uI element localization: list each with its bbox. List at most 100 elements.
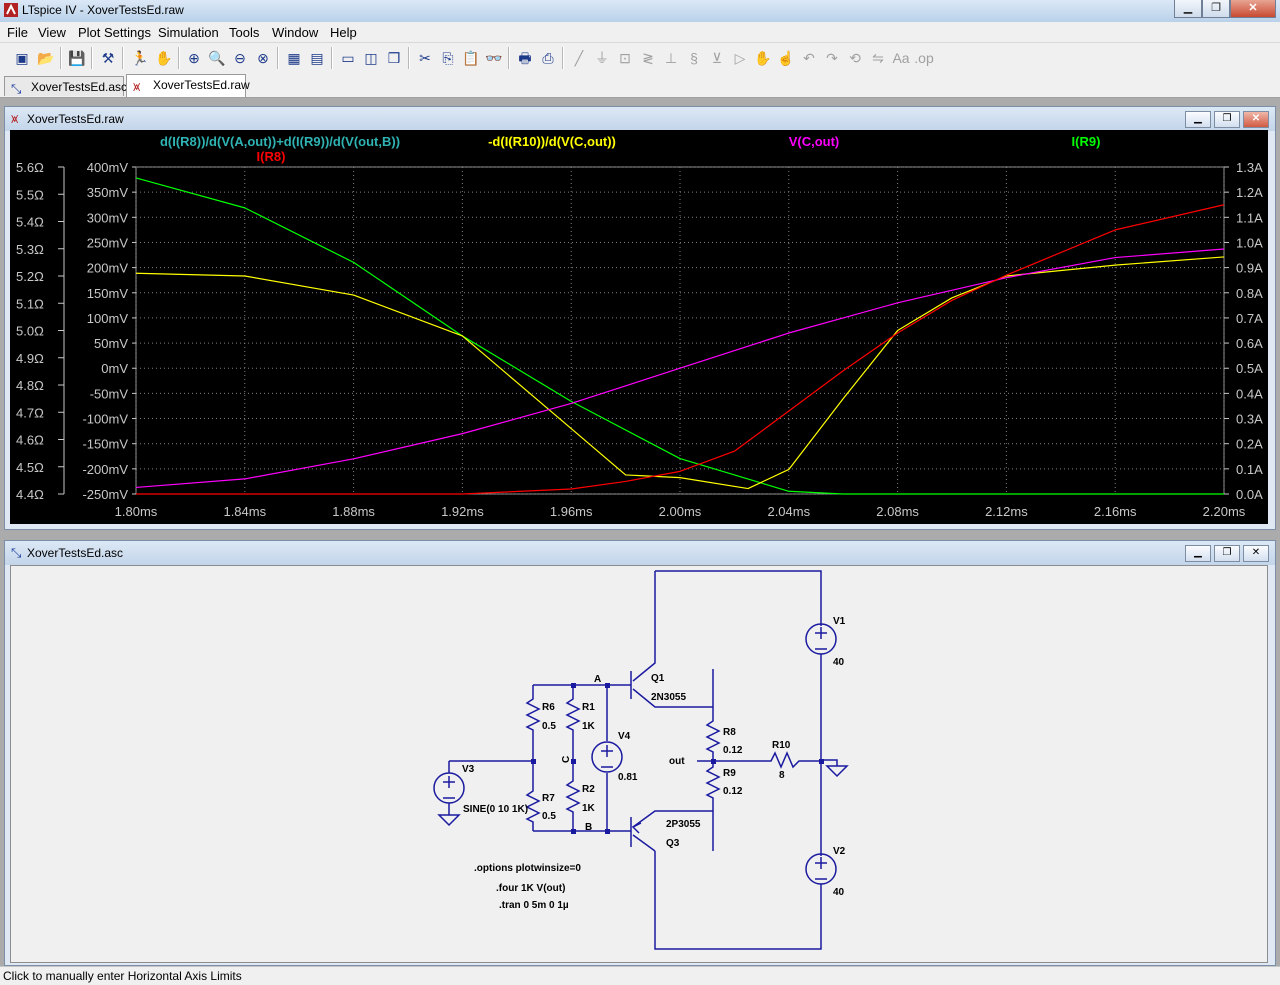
open-icon[interactable]: 📂 <box>36 48 56 68</box>
mirror-icon[interactable]: ⇋ <box>868 48 888 68</box>
halt-icon[interactable]: ✋ <box>154 48 174 68</box>
resistor-icon[interactable]: ≷ <box>638 48 658 68</box>
transistor-q3[interactable] <box>607 810 713 852</box>
x-tick-label: 2.04ms <box>767 504 810 519</box>
mid-y-tick-label: -200mV <box>82 462 128 477</box>
run-icon[interactable]: 🏃 <box>130 48 150 68</box>
right-y-tick-label: 1.1A <box>1236 210 1263 225</box>
schematic-restore-button[interactable]: ❐ <box>1214 545 1240 562</box>
component-icon[interactable]: ▷ <box>730 48 750 68</box>
schematic-minimize-button[interactable]: ▁ <box>1185 545 1211 562</box>
menu-simulation[interactable]: Simulation <box>158 25 219 40</box>
new-schematic-icon[interactable]: ▣ <box>12 48 32 68</box>
resistor-r8[interactable] <box>705 707 721 761</box>
resistor-r2[interactable] <box>565 761 581 831</box>
cut-icon[interactable]: ✂ <box>415 48 435 68</box>
redo-icon[interactable]: ↷ <box>822 48 842 68</box>
control-panel-icon[interactable]: ⚒ <box>98 48 118 68</box>
resistor-r7[interactable] <box>525 761 541 831</box>
ground-icon[interactable]: ⏚ <box>592 48 612 68</box>
directive-tran[interactable]: .tran 0 5m 0 1µ <box>499 900 569 911</box>
resistor-r6[interactable] <box>525 685 541 761</box>
trace-3[interactable] <box>136 204 1225 495</box>
q1-label: Q1 <box>651 673 665 684</box>
grid-icon[interactable]: ▤ <box>307 48 327 68</box>
net-a-label: A <box>594 674 601 685</box>
mid-y-tick-label: -50mV <box>90 386 129 401</box>
x-tick-label: 1.84ms <box>223 504 266 519</box>
plot-close-button[interactable]: ✕ <box>1243 111 1269 128</box>
tile-vertical-icon[interactable]: ◫ <box>361 48 381 68</box>
directive-four[interactable]: .four 1K V(out) <box>496 883 565 894</box>
q3-label: Q3 <box>666 838 680 849</box>
menu-bar: File View Plot Settings Simulation Tools… <box>0 22 1280 42</box>
wire-icon[interactable]: ╱ <box>569 48 589 68</box>
print-preview-icon[interactable]: 🖶 <box>515 48 535 68</box>
move-icon[interactable]: ✋ <box>753 48 773 68</box>
left-y-tick-label: 5.4Ω <box>16 215 44 230</box>
r6-value: 0.5 <box>542 721 556 732</box>
inductor-icon[interactable]: § <box>684 48 704 68</box>
directive-options[interactable]: .options plotwinsize=0 <box>474 863 581 874</box>
rotate-icon[interactable]: ⟲ <box>845 48 865 68</box>
mid-y-tick-label: -250mV <box>82 487 128 502</box>
text-icon[interactable]: Aa <box>891 48 911 68</box>
spice-directive-icon[interactable]: .op <box>914 48 934 68</box>
label-net-icon[interactable]: ⊡ <box>615 48 635 68</box>
tab-waveform[interactable]: ⩙ XoverTestsEd.raw <box>126 74 250 97</box>
plot-restore-button[interactable]: ❐ <box>1214 111 1240 128</box>
undo-icon[interactable]: ↶ <box>799 48 819 68</box>
menu-window[interactable]: Window <box>272 25 318 40</box>
diode-icon[interactable]: ⊻ <box>707 48 727 68</box>
menu-help[interactable]: Help <box>330 25 357 40</box>
mid-y-tick-label: 350mV <box>87 185 129 200</box>
trace-legend-label[interactable]: I(R8) <box>257 149 286 164</box>
trace-legend-label[interactable]: I(R9) <box>1072 134 1101 149</box>
status-bar: Click to manually enter Horizontal Axis … <box>0 966 1280 985</box>
tab-waveform-label: XoverTestsEd.raw <box>153 78 250 92</box>
waveform-chart[interactable]: 1.80ms 1.84ms 1.88ms 1.92ms 1.96ms 2.00ms 2.04… <box>10 130 1268 524</box>
left-y-tick-label: 4.5Ω <box>16 460 44 475</box>
waveform-plot[interactable]: 1.80ms 1.84ms 1.88ms 1.92ms 1.96ms 2.00ms 2.04… <box>10 130 1268 524</box>
tab-schematic[interactable]: ⤡ XoverTestsEd.asc <box>4 76 127 96</box>
trace-legend-label[interactable]: -d(I(R10))/d(V(C,out)) <box>488 134 616 149</box>
document-tabs: ⤡ XoverTestsEd.asc ⩙ XoverTestsEd.raw <box>0 73 1280 98</box>
drag-icon[interactable]: ☝ <box>776 48 796 68</box>
menu-view[interactable]: View <box>38 25 66 40</box>
right-y-tick-label: 1.3A <box>1236 160 1263 175</box>
copy-icon[interactable]: ⎘ <box>438 48 458 68</box>
plot-minimize-button[interactable]: ▁ <box>1185 111 1211 128</box>
left-y-tick-label: 4.4Ω <box>16 487 44 502</box>
trace-legend-label[interactable]: V(C,out) <box>789 134 840 149</box>
zoom-area-icon[interactable]: 🔍 <box>207 48 227 68</box>
r7-value: 0.5 <box>542 811 556 822</box>
save-icon[interactable]: 💾 <box>67 48 87 68</box>
menu-tools[interactable]: Tools <box>229 25 259 40</box>
print-icon[interactable]: ⎙ <box>538 48 558 68</box>
menu-file[interactable]: File <box>7 25 28 40</box>
left-y-tick-label: 5.2Ω <box>16 269 44 284</box>
restore-button[interactable]: ❐ <box>1202 0 1230 18</box>
mid-y-tick-label: 300mV <box>87 210 129 225</box>
resistor-r1[interactable] <box>565 685 581 761</box>
menu-plot-settings[interactable]: Plot Settings <box>78 25 151 40</box>
schematic-window-titlebar: ⤡ XoverTestsEd.asc ▁ ❐ ✕ <box>5 541 1275 565</box>
tile-horizontal-icon[interactable]: ▭ <box>338 48 358 68</box>
mid-y-tick-label: -100mV <box>82 412 128 427</box>
cascade-icon[interactable]: ❒ <box>384 48 404 68</box>
find-icon[interactable]: 👓 <box>484 48 504 68</box>
autorange-icon[interactable]: ▦ <box>284 48 304 68</box>
minimize-button[interactable]: ▁ <box>1174 0 1202 18</box>
capacitor-icon[interactable]: ⊥ <box>661 48 681 68</box>
zoom-cancel-icon[interactable]: ⊗ <box>253 48 273 68</box>
schematic-close-button[interactable]: ✕ <box>1243 545 1269 562</box>
schematic-drawing[interactable]: Q1 2N3055 2P3055 Q3 R6 0.5 R1 1K R2 1K R… <box>11 566 1267 962</box>
paste-icon[interactable]: 📋 <box>461 48 481 68</box>
right-y-tick-label: 0.4A <box>1236 386 1263 401</box>
zoom-out-icon[interactable]: ⊖ <box>230 48 250 68</box>
schematic-canvas[interactable]: Q1 2N3055 2P3055 Q3 R6 0.5 R1 1K R2 1K R… <box>10 565 1268 963</box>
zoom-in-icon[interactable]: ⊕ <box>184 48 204 68</box>
trace-legend-label[interactable]: d(I(R8))/d(V(A,out))+d(I(R9))/d(V(out,B)… <box>160 134 400 149</box>
close-button[interactable]: ✕ <box>1230 0 1276 18</box>
resistor-r9[interactable] <box>705 761 721 811</box>
